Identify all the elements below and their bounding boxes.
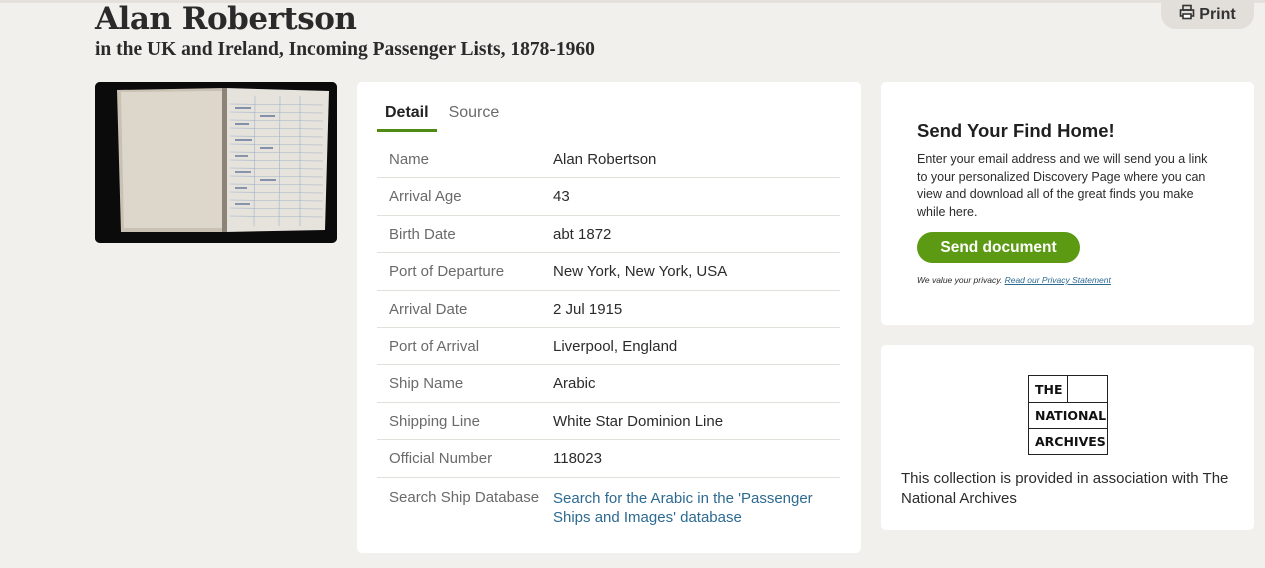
archives-association-text: This collection is provided in associati… bbox=[901, 470, 1229, 507]
detail-value: 43 bbox=[553, 188, 570, 206]
send-card-title: Send Your Find Home! bbox=[917, 120, 1115, 141]
logo-line-3: ARCHIVES bbox=[1029, 428, 1107, 454]
detail-row: Arrival Date 2 Jul 1915 bbox=[377, 291, 840, 328]
national-archives-card: THE NATIONAL ARCHIVES This collection is… bbox=[881, 345, 1254, 530]
detail-row: Shipping Line White Star Dominion Line bbox=[377, 403, 840, 441]
privacy-text: We value your privacy. bbox=[917, 275, 1003, 285]
detail-value: Liverpool, England bbox=[553, 337, 678, 355]
detail-label: Search Ship Database bbox=[389, 488, 540, 506]
detail-row: Arrival Age 43 bbox=[377, 178, 840, 216]
tab-source[interactable]: Source bbox=[441, 102, 508, 132]
tab-detail[interactable]: Detail bbox=[377, 102, 437, 132]
detail-label: Name bbox=[389, 151, 430, 168]
detail-value: abt 1872 bbox=[553, 225, 612, 243]
printer-icon bbox=[1179, 4, 1195, 25]
logo-line-2: NATIONAL bbox=[1029, 402, 1107, 428]
detail-value: New York, New York, USA bbox=[553, 263, 728, 281]
page-title: Alan Robertson bbox=[95, 1, 357, 37]
detail-value: Arabic bbox=[553, 375, 596, 393]
detail-value: Alan Robertson bbox=[553, 151, 657, 168]
detail-value: White Star Dominion Line bbox=[553, 412, 724, 430]
send-card-description: Enter your email address and we will sen… bbox=[917, 152, 1208, 219]
print-button[interactable]: Print bbox=[1161, 0, 1254, 29]
record-image-thumbnail[interactable] bbox=[95, 82, 337, 243]
detail-table: Name Alan Robertson Arrival Age 43 Birth… bbox=[377, 141, 840, 538]
detail-value: 118023 bbox=[553, 450, 602, 468]
detail-label: Arrival Age bbox=[389, 188, 462, 206]
print-label: Print bbox=[1199, 5, 1236, 23]
detail-row: Birth Date abt 1872 bbox=[377, 216, 840, 254]
detail-value: 2 Jul 1915 bbox=[553, 300, 623, 318]
detail-row: Search Ship Database Search for the Arab… bbox=[377, 478, 840, 538]
collection-subtitle: in the UK and Ireland, Incoming Passenge… bbox=[95, 39, 595, 60]
ship-database-link[interactable]: Search for the Arabic in the 'Passenger … bbox=[553, 489, 840, 527]
privacy-statement-link[interactable]: Read our Privacy Statement bbox=[1005, 275, 1111, 285]
detail-row: Name Alan Robertson bbox=[377, 141, 840, 179]
detail-label: Shipping Line bbox=[389, 412, 480, 430]
logo-divider bbox=[1067, 376, 1068, 402]
detail-tabs: Detail Source bbox=[377, 102, 507, 132]
detail-label: Official Number bbox=[389, 450, 493, 468]
detail-label: Birth Date bbox=[389, 225, 456, 243]
detail-row: Port of Arrival Liverpool, England bbox=[377, 328, 840, 366]
send-document-button[interactable]: Send document bbox=[917, 232, 1080, 263]
national-archives-logo: THE NATIONAL ARCHIVES bbox=[1028, 375, 1108, 455]
detail-row: Ship Name Arabic bbox=[377, 365, 840, 403]
detail-label: Arrival Date bbox=[389, 300, 468, 318]
detail-row: Port of Departure New York, New York, US… bbox=[377, 253, 840, 291]
detail-row: Official Number 118023 bbox=[377, 440, 840, 478]
send-find-card: Send Your Find Home! Enter your email ad… bbox=[881, 82, 1254, 325]
detail-label: Port of Arrival bbox=[389, 337, 480, 355]
privacy-note: We value your privacy. Read our Privacy … bbox=[917, 275, 1111, 285]
detail-label: Port of Departure bbox=[389, 263, 505, 281]
logo-line-1: THE bbox=[1035, 381, 1063, 397]
record-detail-card: Detail Source Name Alan Robertson Arriva… bbox=[357, 82, 861, 553]
detail-label: Ship Name bbox=[389, 375, 464, 393]
